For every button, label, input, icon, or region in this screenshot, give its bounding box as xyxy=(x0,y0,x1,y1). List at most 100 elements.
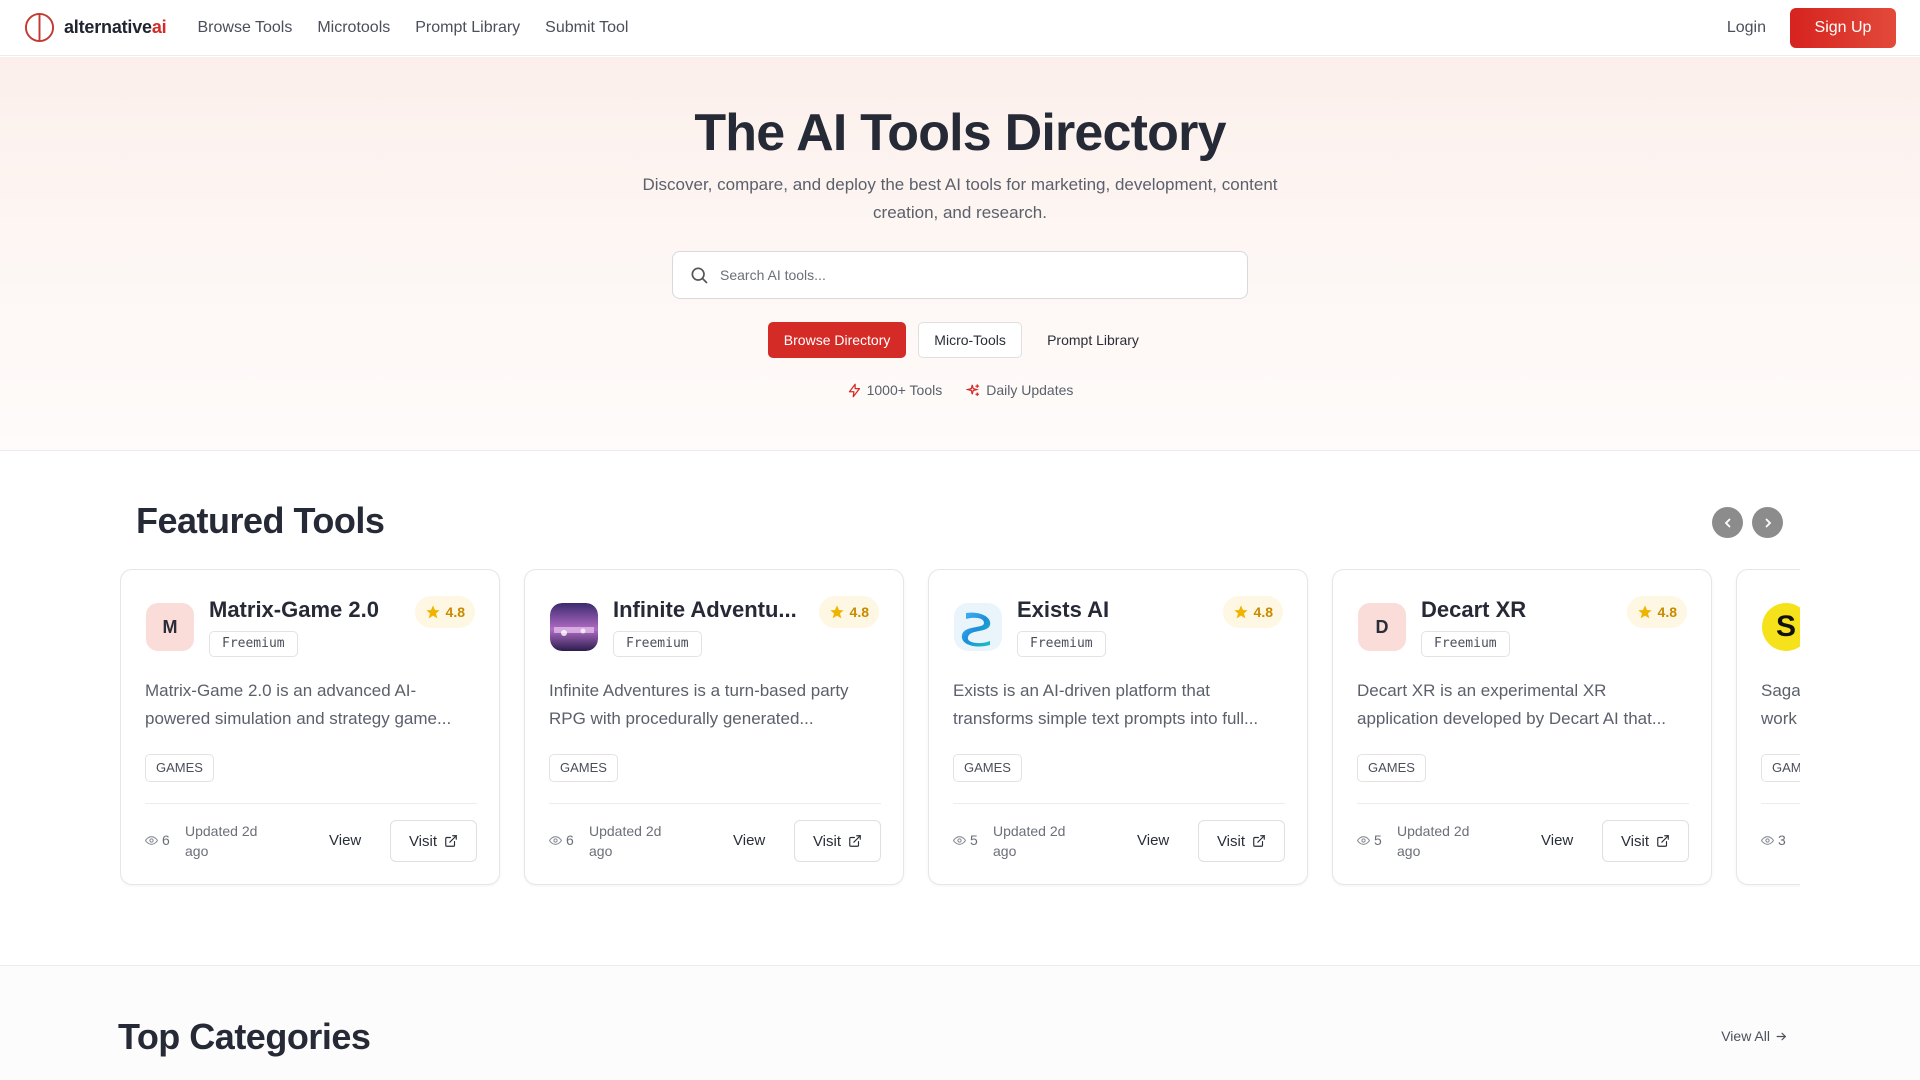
tool-logo-initial: M xyxy=(162,616,178,637)
search-input[interactable] xyxy=(720,267,1220,283)
chevron-left-icon xyxy=(1724,518,1730,527)
hero-subtitle: Discover, compare, and deploy the best A… xyxy=(642,175,1278,222)
visit-button[interactable]: Visit xyxy=(390,820,477,862)
stat-tools-label: 1000+ Tools xyxy=(866,382,943,398)
eye-icon xyxy=(145,835,158,845)
tool-name[interactable]: Decart XR xyxy=(1421,597,1621,623)
search-box[interactable] xyxy=(672,251,1248,299)
card-divider xyxy=(953,803,1285,804)
visit-button[interactable]: Visit xyxy=(1602,820,1689,862)
eye-icon xyxy=(1761,835,1774,845)
category-tag[interactable]: GAMES xyxy=(1357,754,1426,782)
browse-directory-button[interactable]: Browse Directory xyxy=(768,322,907,358)
chevron-right-icon xyxy=(1765,518,1771,527)
tool-logo xyxy=(550,603,598,651)
star-icon xyxy=(1637,605,1652,619)
visit-label: Visit xyxy=(408,832,438,850)
visit-label: Visit xyxy=(1620,832,1650,850)
logo-mark-icon xyxy=(24,12,55,43)
view-link[interactable]: View xyxy=(1541,832,1573,849)
sparkle-icon xyxy=(966,383,980,396)
tool-description: Decart XR is an experimental XR applicat… xyxy=(1357,681,1667,728)
top-navbar: alternativeai Browse Tools Microtools Pr… xyxy=(0,0,1920,56)
pricing-badge: Freemium xyxy=(1421,631,1510,657)
tool-description: Saga work xyxy=(1761,681,1800,728)
arrow-right-icon xyxy=(1776,1032,1787,1040)
micro-tools-button[interactable]: Micro-Tools xyxy=(918,322,1023,358)
logo-text: alternativeai xyxy=(64,17,167,38)
nav-link-submit-tool[interactable]: Submit Tool xyxy=(545,19,628,37)
logo-text-accent: ai xyxy=(151,17,167,37)
rating-badge: 4.8 xyxy=(818,596,879,628)
eye-icon xyxy=(953,835,966,845)
featured-tools-title: Featured Tools xyxy=(136,500,385,541)
star-icon xyxy=(1233,605,1248,619)
pricing-badge: Freemium xyxy=(613,631,702,657)
tool-logo: M xyxy=(146,603,194,651)
tool-card-exists-ai[interactable]: Exists AI Freemium 4.8 Exists is an AI-d… xyxy=(928,569,1308,885)
logo[interactable]: alternativeai xyxy=(24,12,167,43)
login-link[interactable]: Login xyxy=(1727,19,1766,37)
category-tag[interactable]: GAM xyxy=(1761,754,1800,782)
tool-logo-initial: S xyxy=(1775,610,1796,643)
signup-button[interactable]: Sign Up xyxy=(1790,7,1896,48)
card-divider xyxy=(145,803,477,804)
tool-card-matrix-game[interactable]: M Matrix-Game 2.0 Freemium 4.8 Matrix-Ga… xyxy=(120,569,500,885)
category-tag[interactable]: GAMES xyxy=(549,754,618,782)
prompt-library-button[interactable]: Prompt Library xyxy=(1034,322,1152,358)
rating-value: 4.8 xyxy=(445,604,465,620)
search-icon xyxy=(691,267,708,284)
tool-description: Infinite Adventures is a turn-based part… xyxy=(549,681,849,728)
logo-text-main: alternative xyxy=(64,17,152,37)
star-icon xyxy=(829,605,844,619)
carousel-prev-button[interactable] xyxy=(1712,507,1743,538)
view-count: 6 xyxy=(549,832,574,848)
top-categories-section: Top Categories View All xyxy=(0,965,1920,1080)
nav-link-browse-tools[interactable]: Browse Tools xyxy=(197,19,292,37)
stat-tools: 1000+ Tools xyxy=(847,382,943,398)
tool-name[interactable]: Infinite Adventu... xyxy=(613,597,813,623)
view-link[interactable]: View xyxy=(1137,832,1169,849)
external-link-icon xyxy=(1253,835,1265,847)
view-link[interactable]: View xyxy=(733,832,765,849)
nav-link-prompt-library[interactable]: Prompt Library xyxy=(415,19,520,37)
pricing-badge: Freemium xyxy=(1017,631,1106,657)
exists-ai-logo-icon xyxy=(954,603,1002,651)
category-tag[interactable]: GAMES xyxy=(953,754,1022,782)
rating-value: 4.8 xyxy=(849,604,869,620)
eye-icon xyxy=(1357,835,1370,845)
updated-time: Updated 2d ago xyxy=(993,823,1066,859)
external-link-icon xyxy=(849,835,861,847)
view-all-link[interactable]: View All xyxy=(1721,1028,1788,1044)
category-tag[interactable]: GAMES xyxy=(145,754,214,782)
updated-time: Updated 2d ago xyxy=(1397,823,1470,859)
featured-carousel: M Matrix-Game 2.0 Freemium 4.8 Matrix-Ga… xyxy=(120,569,1800,887)
zap-icon xyxy=(848,383,860,397)
visit-button[interactable]: Visit xyxy=(794,820,881,862)
tool-card-saga[interactable]: S Saga work GAM 3 xyxy=(1736,569,1800,885)
tool-logo-initial: D xyxy=(1375,616,1389,637)
tool-name[interactable]: Matrix-Game 2.0 xyxy=(209,597,409,623)
tool-name[interactable]: Exists AI xyxy=(1017,597,1217,623)
stat-updates-label: Daily Updates xyxy=(986,382,1074,398)
view-count-value: 5 xyxy=(970,832,978,848)
view-count: 5 xyxy=(1357,832,1382,848)
view-count-value: 6 xyxy=(566,832,574,848)
tool-logo: D xyxy=(1358,603,1406,651)
view-count-value: 3 xyxy=(1778,832,1786,848)
rating-value: 4.8 xyxy=(1253,604,1273,620)
visit-button[interactable]: Visit xyxy=(1198,820,1285,862)
tool-card-decart-xr[interactable]: D Decart XR Freemium 4.8 Decart XR is an… xyxy=(1332,569,1712,885)
view-link[interactable]: View xyxy=(329,832,361,849)
view-count: 3 xyxy=(1761,832,1786,848)
hero-title: The AI Tools Directory xyxy=(694,104,1226,162)
star-icon xyxy=(425,605,440,619)
rating-badge: 4.8 xyxy=(1626,596,1687,628)
tool-card-infinite-adventures[interactable]: Infinite Adventu... Freemium 4.8 Infinit… xyxy=(524,569,904,885)
hero-buttons: Browse Directory Micro-Tools Prompt Libr… xyxy=(0,322,1920,358)
nav-link-microtools[interactable]: Microtools xyxy=(317,19,390,37)
rating-badge: 4.8 xyxy=(1222,596,1283,628)
visit-label: Visit xyxy=(1216,832,1246,850)
updated-time: Updated 2d ago xyxy=(185,823,258,859)
carousel-next-button[interactable] xyxy=(1752,507,1783,538)
